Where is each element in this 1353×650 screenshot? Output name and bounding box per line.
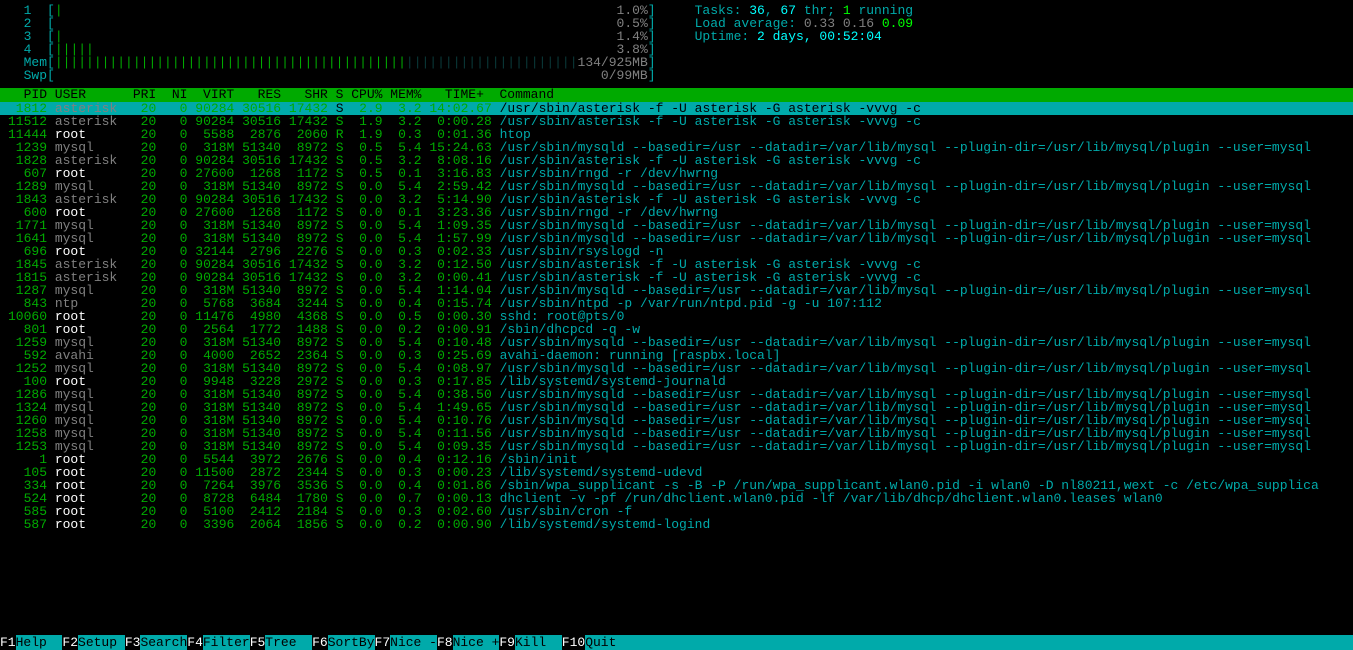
fkey-F8[interactable]: F8 <box>437 635 453 650</box>
column-header[interactable]: PID USER PRI NI VIRT RES SHR S CPU% MEM%… <box>0 88 1353 102</box>
fkey-F6[interactable]: F6 <box>312 635 328 650</box>
fkey-F5[interactable]: F5 <box>250 635 266 650</box>
header-meters: 1 [| 1.0%] Tasks: 36, 67 thr; 1 running … <box>0 0 1353 88</box>
process-list[interactable]: 1812 asterisk 20 0 90284 30516 17432 S 2… <box>0 102 1353 531</box>
fkey-F2[interactable]: F2 <box>62 635 78 650</box>
function-key-bar[interactable]: F1Help F2Setup F3SearchF4FilterF5Tree F6… <box>0 636 1353 650</box>
fkey-F9[interactable]: F9 <box>499 635 515 650</box>
fkey-label[interactable]: Setup <box>78 635 125 650</box>
fkey-F4[interactable]: F4 <box>187 635 203 650</box>
fkey-F7[interactable]: F7 <box>375 635 391 650</box>
fkey-label[interactable]: Quit <box>585 635 632 650</box>
fkey-label[interactable]: Kill <box>515 635 562 650</box>
fkey-label[interactable]: Nice + <box>453 635 500 650</box>
fkey-label[interactable]: SortBy <box>328 635 375 650</box>
process-row[interactable]: 587 root 20 0 3396 2064 1856 S 0.0 0.2 0… <box>0 518 1353 531</box>
fkey-label[interactable]: Search <box>140 635 187 650</box>
fkey-F3[interactable]: F3 <box>125 635 141 650</box>
fkey-label[interactable]: Tree <box>265 635 312 650</box>
fkey-F10[interactable]: F10 <box>562 635 585 650</box>
fkey-F1[interactable]: F1 <box>0 635 16 650</box>
fkey-label[interactable]: Filter <box>203 635 250 650</box>
fkey-label[interactable]: Nice - <box>390 635 437 650</box>
fkey-label[interactable]: Help <box>16 635 63 650</box>
